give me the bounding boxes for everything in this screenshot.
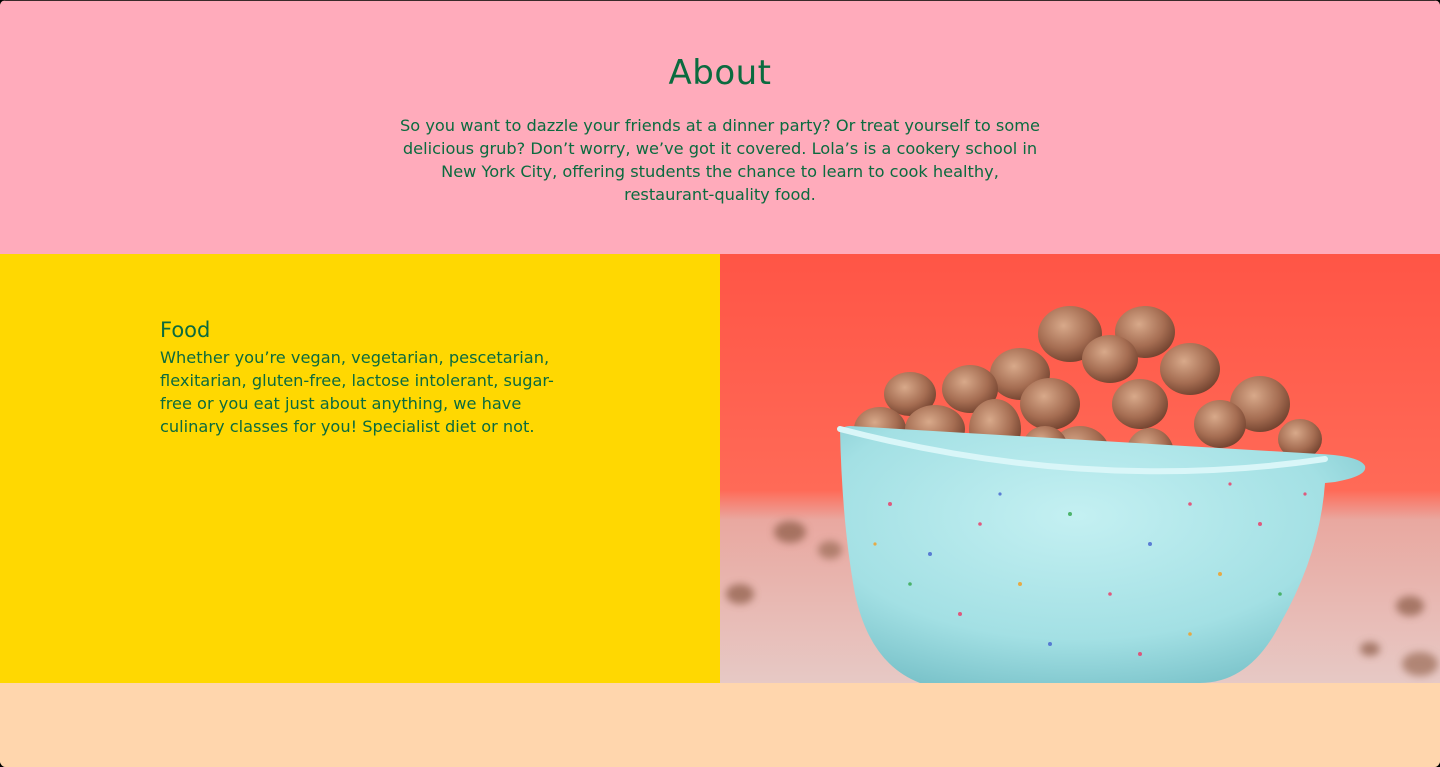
- footer-band: [0, 683, 1440, 767]
- food-description: Whether you’re vegan, vegetarian, pescet…: [160, 348, 554, 436]
- food-title: Food: [160, 318, 211, 342]
- about-section: About So you want to dazzle your friends…: [0, 0, 1440, 254]
- food-photo: [720, 254, 1440, 683]
- about-title: About: [668, 53, 772, 93]
- about-description: So you want to dazzle your friends at a …: [400, 116, 1040, 204]
- bowl-of-candied-nuts-photo: [720, 254, 1440, 683]
- food-section: Food Whether you’re vegan, vegetarian, p…: [0, 254, 720, 683]
- page: About So you want to dazzle your friends…: [0, 0, 1440, 767]
